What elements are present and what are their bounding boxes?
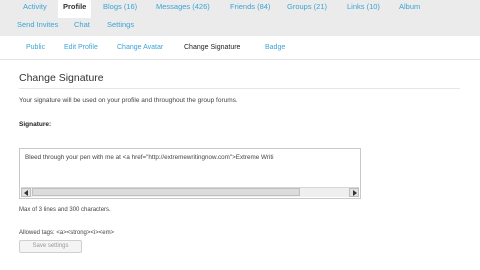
profile-subnav: Public Edit Profile Change Avatar Change… [0, 36, 480, 60]
scrollbar-thumb[interactable] [32, 188, 300, 196]
arrow-left-icon [24, 190, 28, 196]
nav-item-chat[interactable]: Chat [69, 18, 95, 36]
subnav-public[interactable]: Public [26, 36, 45, 60]
top-navigation: Activity Profile Blogs (16) Messages (42… [0, 0, 480, 36]
allowed-tags-text: Allowed tags: <a><strong><i><em> [19, 230, 115, 236]
main-content: Change Signature Your signature will be … [0, 60, 480, 270]
nav-item-friends[interactable]: Friends (84) [225, 0, 275, 18]
nav-item-album[interactable]: Album [394, 0, 425, 18]
scroll-left-button[interactable] [21, 188, 31, 197]
signature-textarea[interactable]: Bleed through your pen with me at <a hre… [19, 148, 361, 199]
nav-item-send-invites[interactable]: Send Invites [12, 18, 63, 36]
horizontal-scrollbar[interactable] [21, 187, 359, 197]
heading-divider [19, 88, 460, 89]
nav-item-links[interactable]: Links (10) [342, 0, 385, 18]
top-nav-row-secondary: Send Invites Chat Settings [0, 18, 480, 36]
subnav-change-avatar[interactable]: Change Avatar [117, 36, 163, 60]
nav-item-activity[interactable]: Activity [18, 0, 52, 18]
signature-limit-hint: Max of 3 lines and 300 characters. [19, 207, 111, 213]
subnav-change-signature[interactable]: Change Signature [184, 36, 240, 60]
signature-text: Bleed through your pen with me at <a hre… [25, 154, 274, 161]
top-nav-row-primary: Activity Profile Blogs (16) Messages (42… [0, 0, 480, 18]
page-title: Change Signature [19, 72, 104, 84]
signature-label: Signature: [19, 121, 52, 128]
nav-item-profile[interactable]: Profile [58, 0, 92, 18]
nav-item-messages[interactable]: Messages (426) [151, 0, 215, 18]
subnav-badge[interactable]: Badge [265, 36, 285, 60]
save-settings-button[interactable]: Save settings [19, 240, 82, 253]
scroll-right-button[interactable] [349, 188, 359, 197]
nav-item-settings[interactable]: Settings [102, 18, 139, 36]
nav-item-blogs[interactable]: Blogs (16) [98, 0, 142, 18]
signature-description: Your signature will be used on your prof… [19, 97, 238, 104]
nav-item-groups[interactable]: Groups (21) [282, 0, 332, 18]
arrow-right-icon [353, 190, 357, 196]
subnav-edit-profile[interactable]: Edit Profile [64, 36, 98, 60]
